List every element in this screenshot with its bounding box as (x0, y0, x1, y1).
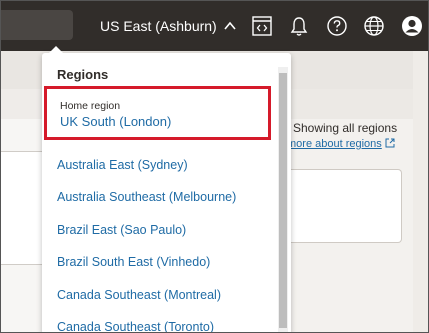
current-region-label: US East (Ashburn) (100, 18, 217, 34)
bell-icon[interactable] (287, 14, 311, 38)
chevron-up-icon (224, 21, 236, 30)
help-icon[interactable] (325, 14, 349, 38)
screenshot-frame: Showing all regions more about regions U… (0, 0, 429, 333)
regions-dropdown: Regions Home region UK South (London) Au… (42, 46, 291, 332)
dropdown-scrollbar[interactable] (278, 67, 288, 332)
globe-icon[interactable] (362, 14, 386, 38)
showing-regions-text: Showing all regions (293, 121, 398, 135)
right-edge-strip (413, 51, 428, 332)
region-selector[interactable]: US East (Ashburn) (100, 15, 237, 37)
region-item[interactable]: Canada Southeast (Toronto) (42, 311, 278, 332)
right-content-card (277, 169, 402, 243)
region-item[interactable]: Australia East (Sydney) (42, 149, 278, 181)
user-icon[interactable] (400, 14, 424, 38)
region-item[interactable]: Australia Southeast (Melbourne) (42, 181, 278, 213)
region-item[interactable]: Brazil South East (Vinhedo) (42, 246, 278, 278)
home-region-link[interactable]: UK South (London) (60, 114, 171, 129)
learn-more-link[interactable]: more about regions (287, 138, 395, 150)
learn-more-label: more about regions (287, 138, 382, 150)
scrollbar-thumb[interactable] (279, 73, 287, 328)
region-item[interactable]: Canada Southeast (Montreal) (42, 279, 278, 311)
home-region-label: Home region (60, 100, 121, 112)
external-link-icon (385, 138, 395, 148)
left-panel-card (1, 151, 47, 265)
home-region-highlight: Home region UK South (London) (44, 86, 271, 140)
top-header: US East (Ashburn) (1, 1, 428, 51)
right-panel-band (277, 89, 417, 119)
region-item[interactable]: Brazil East (Sao Paulo) (42, 214, 278, 246)
region-list: Australia East (Sydney) Australia Southe… (42, 149, 278, 332)
cloud-shell-icon[interactable] (250, 14, 274, 38)
dropdown-pointer (48, 46, 64, 54)
search-input[interactable] (1, 10, 73, 40)
dropdown-title: Regions (57, 67, 109, 82)
left-content-panel (1, 89, 48, 332)
left-panel-band (1, 89, 47, 119)
